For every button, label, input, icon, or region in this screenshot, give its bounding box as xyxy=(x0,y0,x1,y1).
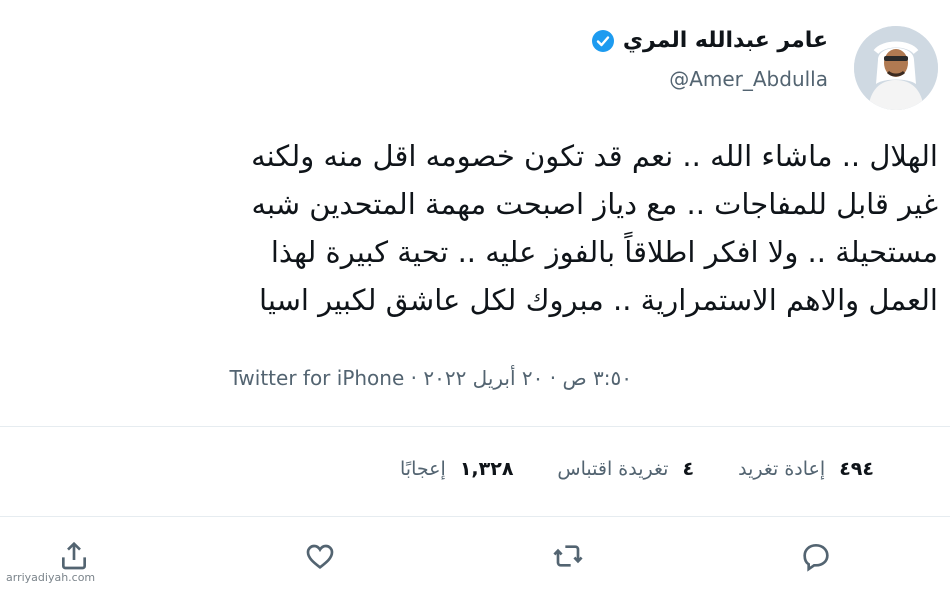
retweets-stat[interactable]: ٤٩٤ إعادة تغريد xyxy=(738,458,874,480)
tweet-header: عامر عبدالله المري @Amer_Abdulla xyxy=(12,20,938,110)
divider xyxy=(0,516,950,517)
tweet-actions xyxy=(0,536,950,584)
profile-names: عامر عبدالله المري @Amer_Abdulla xyxy=(591,28,828,91)
avatar[interactable] xyxy=(854,26,938,110)
quotes-label: تغريدة اقتباس xyxy=(557,458,669,480)
quotes-count: ٤ xyxy=(682,458,695,480)
quotes-stat[interactable]: ٤ تغريدة اقتباس xyxy=(557,458,694,480)
retweet-icon xyxy=(553,545,583,567)
watermark: arriyadiyah.com xyxy=(6,571,96,584)
share-icon xyxy=(62,541,86,570)
likes-count: ١,٣٢٨ xyxy=(459,458,514,480)
divider xyxy=(0,426,950,427)
display-name[interactable]: عامر عبدالله المري xyxy=(623,28,828,53)
reply-icon xyxy=(803,543,829,572)
tweet-source[interactable]: Twitter for iPhone xyxy=(230,366,405,390)
profile-avatar-icon xyxy=(854,26,938,110)
like-button[interactable] xyxy=(300,536,340,576)
share-button[interactable] xyxy=(54,536,94,576)
verified-badge-icon xyxy=(591,29,614,52)
likes-label: إعجابًا xyxy=(400,458,446,480)
tweet-stats: ٤٩٤ إعادة تغريد ٤ تغريدة اقتباس ١,٣٢٨ إع… xyxy=(400,458,874,480)
reply-button[interactable] xyxy=(796,536,836,576)
like-icon xyxy=(306,544,334,570)
likes-stat[interactable]: ١,٣٢٨ إعجابًا xyxy=(400,458,513,480)
tweet-metadata: ٣:٥٠ ص · ٢٠ أبريل ٢٠٢٢ · Twitter for iPh… xyxy=(230,366,632,390)
tweet-line: غير قابل للمفاجات .. مع دياز اصبحت مهمة … xyxy=(251,187,938,221)
meta-separator: · xyxy=(549,366,557,390)
tweet-line: العمل والاهم الاستمرارية .. مبروك لكل عا… xyxy=(258,283,938,317)
tweet-date[interactable]: ٢٠ أبريل ٢٠٢٢ xyxy=(423,366,543,390)
meta-separator: · xyxy=(410,366,417,390)
tweet-time[interactable]: ٣:٥٠ ص xyxy=(562,366,632,390)
tweet-line: مستحيلة .. ولا افكر اطلاقاً بالفوز عليه … xyxy=(270,235,938,269)
retweets-count: ٤٩٤ xyxy=(839,458,874,480)
tweet-text: الهلال .. ماشاء الله .. نعم قد تكون خصوم… xyxy=(0,132,950,324)
user-handle[interactable]: @Amer_Abdulla xyxy=(591,67,828,91)
tweet-line: الهلال .. ماشاء الله .. نعم قد تكون خصوم… xyxy=(251,139,938,173)
display-name-row[interactable]: عامر عبدالله المري xyxy=(591,28,828,53)
retweet-button[interactable] xyxy=(548,536,588,576)
retweets-label: إعادة تغريد xyxy=(738,458,826,480)
